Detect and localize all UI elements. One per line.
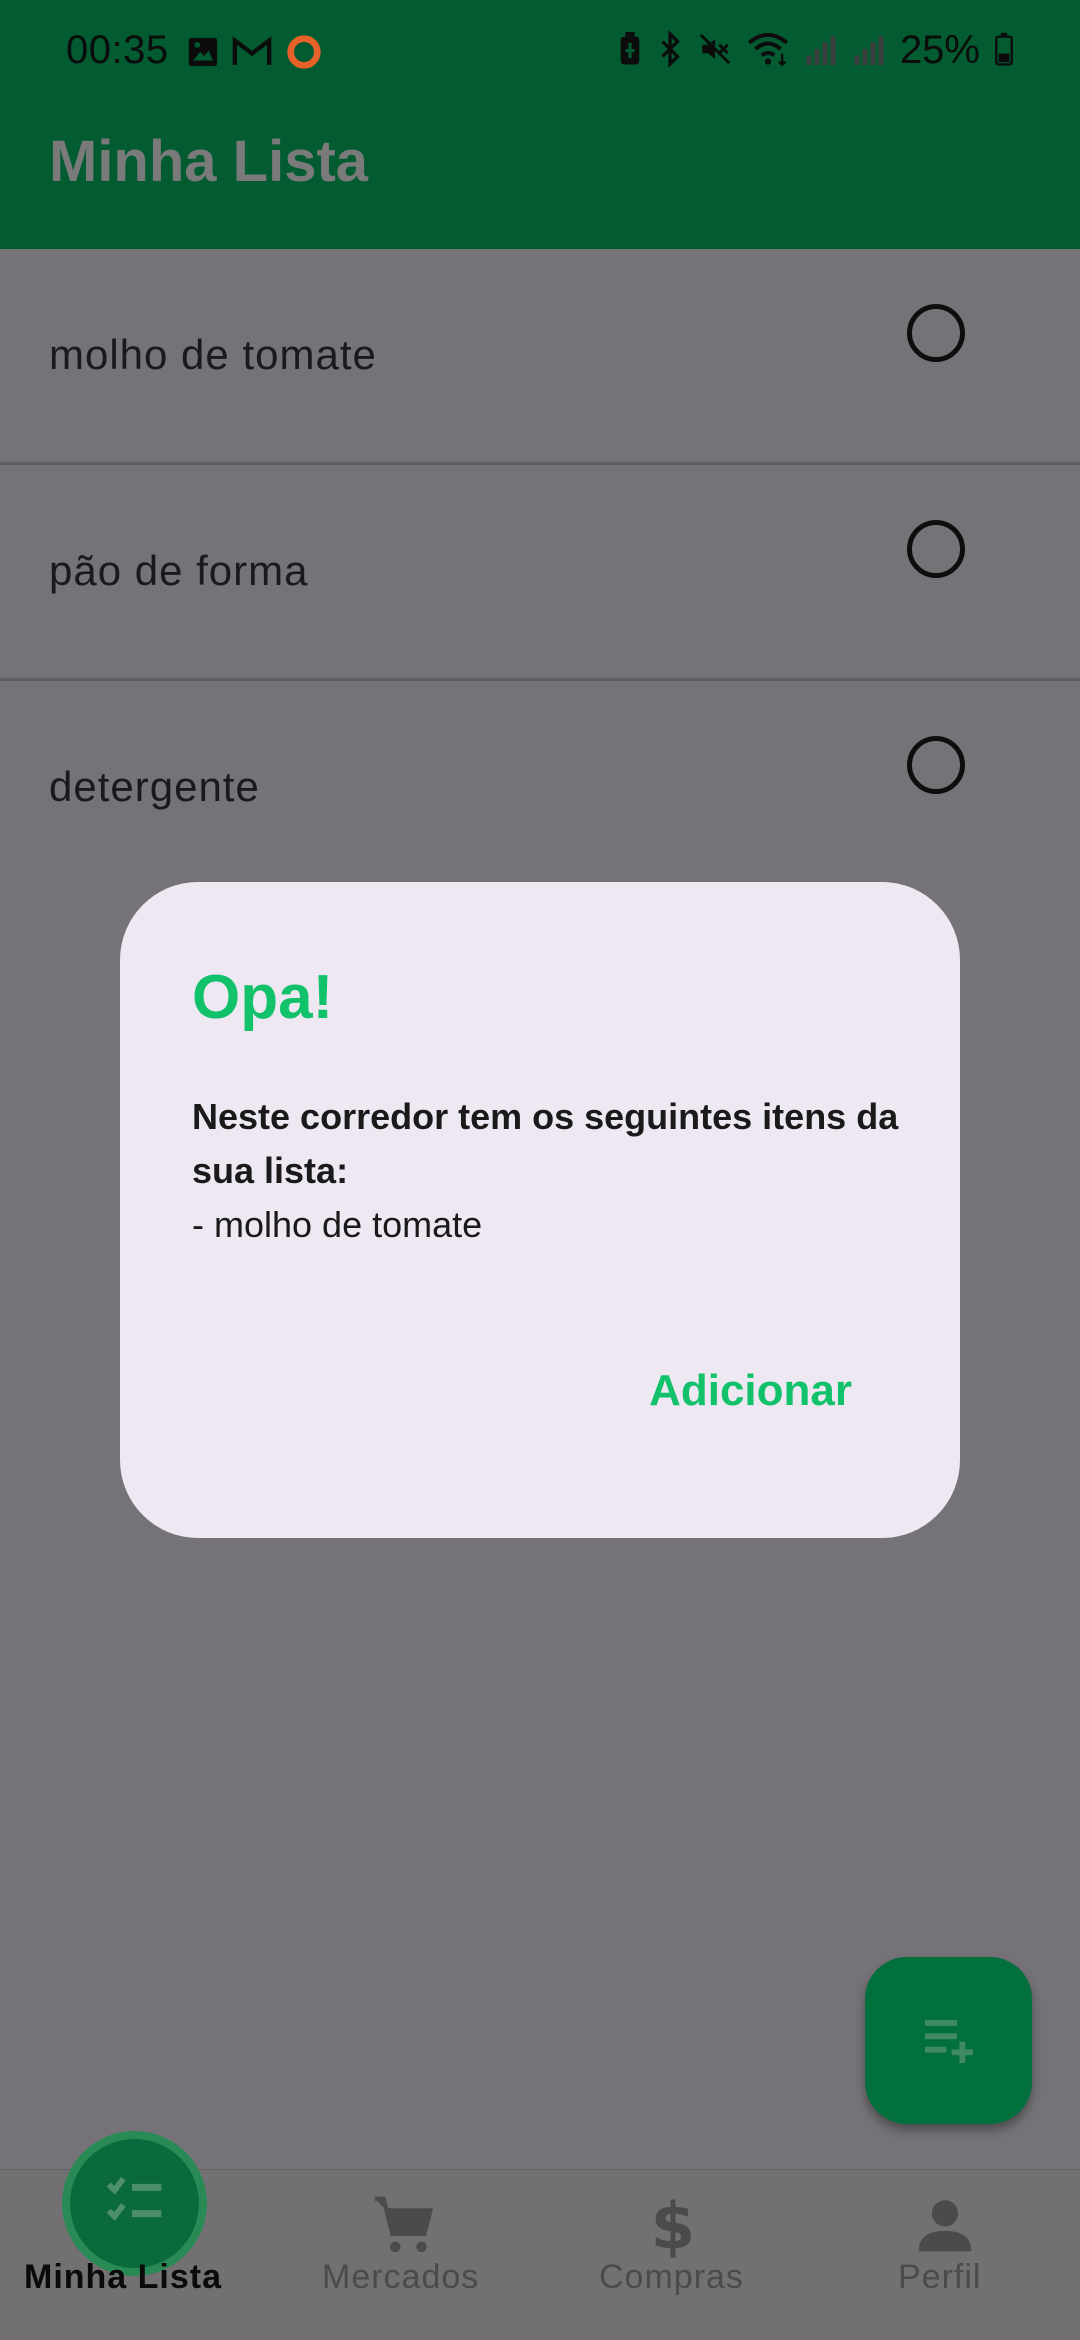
battery-percent: 25% <box>899 28 980 72</box>
app-top-bar: 00:35 25% Minha Lista <box>0 0 1080 249</box>
status-time: 00:35 <box>66 28 169 72</box>
list-item-label: detergente <box>49 763 260 810</box>
dialog-message: Neste corredor tem os seguintes itens da… <box>192 1090 912 1252</box>
list-item-label: molho de tomate <box>49 331 377 378</box>
battery-icon <box>994 32 1014 70</box>
ring-app-icon <box>284 32 324 76</box>
add-item-fab[interactable] <box>865 1957 1032 2124</box>
item-checkbox[interactable] <box>907 520 965 578</box>
checklist-icon <box>100 2167 170 2241</box>
nav-active-indicator <box>62 2131 207 2276</box>
list-item[interactable]: detergente <box>0 681 1080 897</box>
dollar-icon: $ <box>638 2189 708 2264</box>
add-button[interactable]: Adicionar <box>649 1366 852 1416</box>
nav-label: Compras <box>599 2258 744 2296</box>
nav-item-mercados[interactable]: Mercados <box>270 2170 540 2340</box>
svg-text:$: $ <box>651 2190 696 2260</box>
list-item[interactable]: pão de forma <box>0 465 1080 681</box>
gmail-icon <box>232 35 272 73</box>
item-checkbox[interactable] <box>907 736 965 794</box>
nav-label: Minha Lista <box>24 2258 223 2296</box>
cart-icon <box>369 2190 439 2264</box>
nav-item-minha-lista[interactable]: Minha Lista <box>0 2131 270 2340</box>
mute-icon <box>698 32 732 70</box>
wifi-icon <box>746 31 790 71</box>
person-icon <box>910 2190 980 2264</box>
signal-icon <box>804 33 838 69</box>
bottom-navigation: Minha Lista Mercados $ Compras Perfil <box>0 2131 1080 2340</box>
status-bar: 00:35 25% <box>0 0 1080 104</box>
dialog-title: Opa! <box>192 963 334 1032</box>
gallery-icon <box>186 35 220 73</box>
nav-item-perfil[interactable]: Perfil <box>810 2170 1080 2340</box>
status-right-icons: 25% <box>618 28 1014 73</box>
list-item[interactable]: molho de tomate <box>0 249 1080 465</box>
alert-dialog: Opa! Neste corredor tem os seguintes ite… <box>120 882 960 1538</box>
item-checkbox[interactable] <box>907 304 965 362</box>
page-title: Minha Lista <box>49 129 369 194</box>
bluetooth-icon <box>656 29 684 71</box>
dialog-message-item: - molho de tomate <box>192 1204 483 1245</box>
battery-saver-icon <box>618 31 642 70</box>
signal-icon <box>852 33 886 69</box>
playlist-add-icon <box>917 2007 981 2075</box>
nav-label: Perfil <box>898 2258 982 2296</box>
nav-label: Mercados <box>322 2258 480 2296</box>
nav-item-compras[interactable]: $ Compras <box>540 2170 810 2340</box>
dialog-message-text: Neste corredor tem os seguintes itens da… <box>192 1096 899 1191</box>
status-left-icons <box>186 32 324 76</box>
list-item-label: pão de forma <box>49 547 309 594</box>
